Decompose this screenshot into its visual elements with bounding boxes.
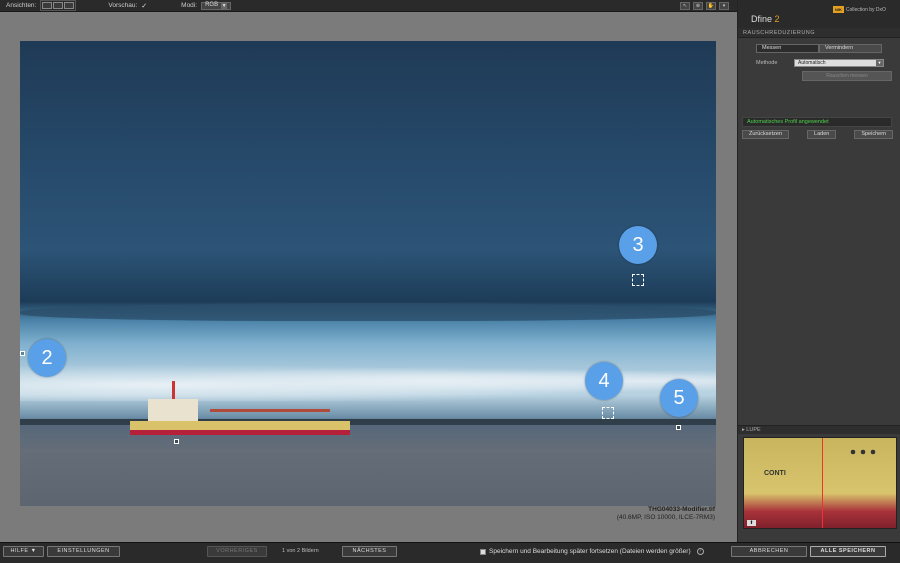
hand-icon[interactable]: ✋ — [706, 2, 716, 10]
view-mode-group — [40, 0, 77, 11]
profile-status: Automatisches Profil angewendet — [742, 117, 892, 127]
panel-header: Dfine 2 NIK Collection by DxO — [738, 0, 900, 28]
loupe-pin-icon[interactable]: ⬆ — [747, 520, 756, 526]
mode-value: RGB — [205, 2, 219, 8]
app-version: 2 — [774, 14, 780, 24]
file-info: THG04033-Modifier.tif (40.6MP, ISO 10000… — [617, 506, 715, 522]
mode-select[interactable]: RGB ▼ — [201, 1, 232, 10]
ship-hull — [130, 421, 350, 435]
measure-region-5[interactable] — [676, 425, 681, 430]
method-row: Methode Automatisch ▼ — [746, 59, 892, 67]
file-meta: (40.6MP, ISO 10000, ILCE-7RM3) — [616, 514, 715, 521]
help-icon[interactable]: ? — [696, 548, 704, 555]
tab-reduce[interactable]: Vermindern — [819, 44, 882, 53]
photo-preview[interactable] — [20, 41, 716, 506]
save-all-button[interactable]: ALLE SPEICHERN — [810, 546, 886, 557]
nik-logo-icon: NIK — [833, 6, 844, 13]
previous-button[interactable]: VORHERIGES — [207, 546, 267, 557]
top-toolbar: Ansichten: Vorschau: ✓ Modi: RGB ▼ ↖ ⊕ ✋… — [0, 0, 737, 12]
load-button[interactable]: Laden — [807, 130, 837, 139]
split-view-button[interactable] — [53, 2, 64, 9]
marker-5: 5 — [660, 379, 698, 417]
save-continue-checkbox[interactable] — [480, 548, 486, 555]
brand-text: Collection by DxO — [845, 6, 886, 13]
mode-tabs: Messen Vermindern — [756, 44, 882, 53]
single-view-button[interactable] — [42, 2, 53, 9]
brand-logo: NIK Collection by DxO — [833, 6, 886, 13]
image-canvas[interactable]: THG04033-Modifier.tif (40.6MP, ISO 10000… — [0, 12, 737, 542]
save-continue-option[interactable]: Speichern und Bearbeitung später fortset… — [480, 548, 704, 555]
cloud-band — [20, 303, 716, 321]
side-by-side-view-button[interactable] — [64, 2, 75, 9]
measure-region-2[interactable] — [20, 351, 25, 356]
marker-2: 2 — [28, 339, 66, 377]
chevron-down-icon: ▼ — [221, 2, 228, 9]
save-profile-button[interactable]: Speichern — [854, 130, 894, 139]
views-label: Ansichten: — [6, 2, 37, 9]
loupe-split-line[interactable] — [822, 438, 823, 528]
settings-button[interactable]: EINSTELLUNGEN — [47, 546, 120, 557]
next-button[interactable]: NÄCHSTES — [342, 546, 397, 557]
reset-button[interactable]: Zurücksetzen — [742, 130, 790, 139]
zoom-icon[interactable]: ⊕ — [693, 2, 703, 10]
tab-measure[interactable]: Messen — [756, 44, 819, 53]
method-select[interactable]: Automatisch ▼ — [794, 59, 884, 67]
marker-4: 4 — [585, 362, 623, 400]
chevron-down-icon: ▼ — [876, 60, 883, 66]
control-panel: Dfine 2 NIK Collection by DxO RAUSCHREDU… — [737, 0, 900, 563]
loupe-header[interactable]: ▸ LUPE — [738, 425, 900, 434]
method-label: Methode — [756, 60, 778, 66]
measure-region-ship[interactable] — [174, 439, 179, 444]
help-button[interactable]: HILFE ▼ — [3, 546, 44, 557]
mode-label: Modi: — [181, 2, 198, 9]
preview-checkbox[interactable]: ✓ — [141, 2, 147, 10]
section-title: RAUSCHREDUZIERUNG — [738, 28, 900, 38]
app-title: Dfine 2 — [751, 14, 780, 24]
ship — [130, 381, 350, 441]
ship-mast — [172, 381, 175, 401]
save-continue-label: Speichern und Bearbeitung später fortset… — [489, 548, 691, 555]
preview-label: Vorschau: — [108, 2, 138, 9]
method-value: Automatisch — [798, 60, 826, 66]
measure-region-3[interactable] — [632, 274, 644, 286]
profile-buttons: Zurücksetzen Laden Speichern — [742, 130, 894, 139]
dropdown-icon[interactable]: ▾ — [719, 2, 729, 10]
ship-superstructure — [148, 399, 198, 423]
arrow-icon[interactable]: ↖ — [680, 2, 690, 10]
loupe-view[interactable]: CONTI ⬆ — [743, 437, 897, 529]
measure-noise-button[interactable]: Rauschen messen — [802, 71, 892, 81]
loupe-portholes — [848, 448, 878, 456]
app-name: Dfine — [751, 14, 773, 24]
tool-group: ↖ ⊕ ✋ ▾ — [680, 2, 729, 10]
noise-panel: Messen Vermindern Methode Automatisch ▼ … — [738, 38, 900, 87]
loupe-text: CONTI — [764, 470, 786, 477]
measure-region-4[interactable] — [602, 407, 614, 419]
file-name: THG04033-Modifier.tif — [648, 506, 715, 513]
page-info: 1 von 2 Bildern — [282, 548, 319, 554]
shoreline — [20, 419, 716, 425]
cancel-button[interactable]: ABBRECHEN — [731, 546, 807, 557]
marker-3: 3 — [619, 226, 657, 264]
